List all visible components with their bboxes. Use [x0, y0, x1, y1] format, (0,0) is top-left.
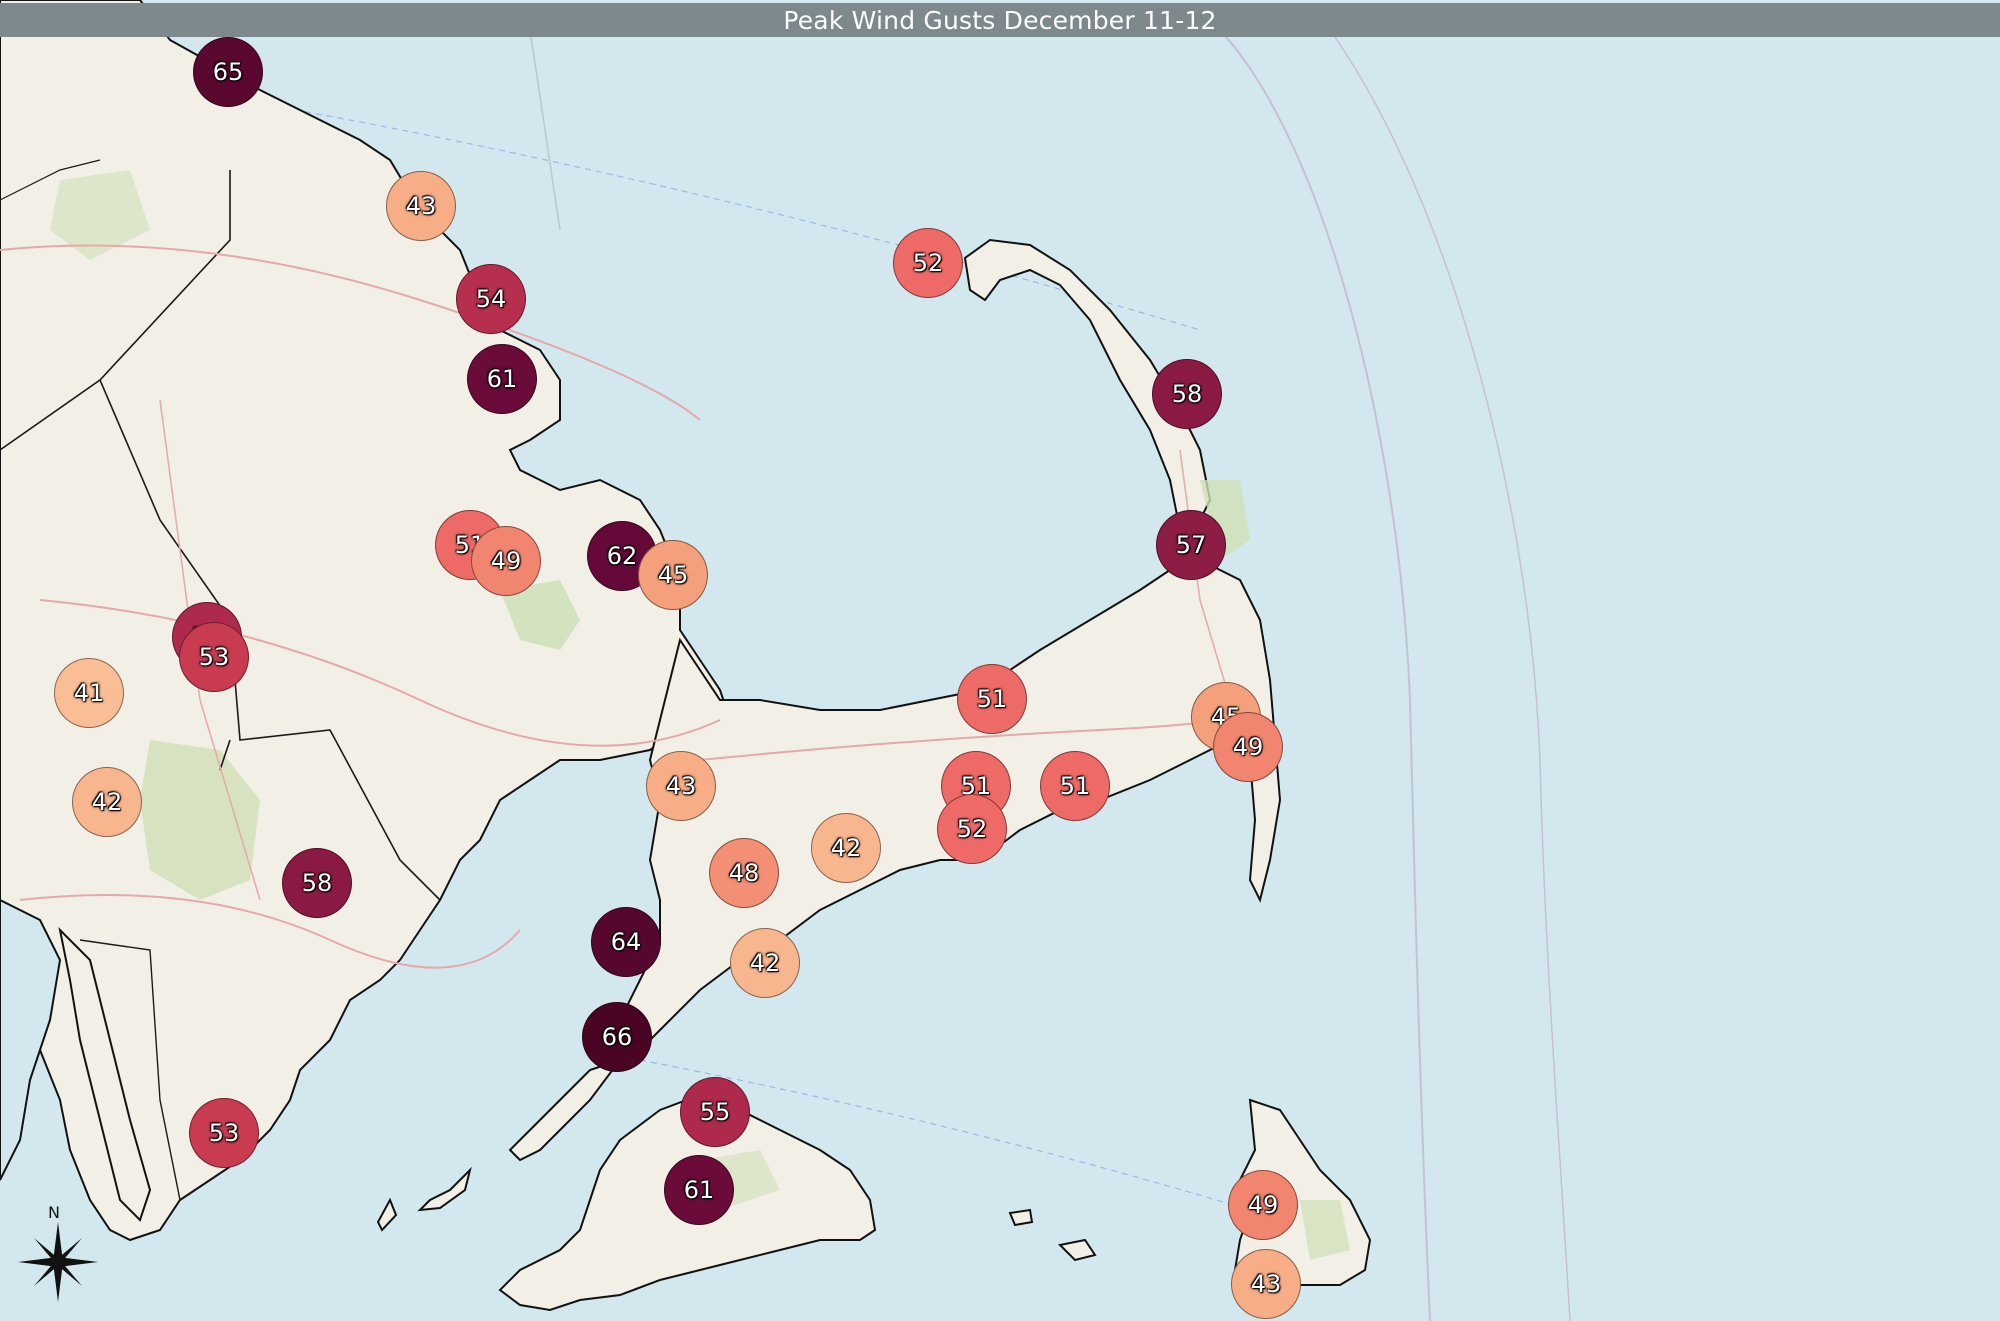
gust-marker[interactable]: 55	[680, 1077, 750, 1147]
gust-value: 58	[301, 869, 333, 897]
gust-marker[interactable]: 61	[467, 344, 537, 414]
gust-marker[interactable]: 42	[72, 767, 142, 837]
gust-value: 65	[212, 58, 244, 86]
gust-value: 49	[1247, 1191, 1279, 1219]
gust-marker[interactable]: 43	[1231, 1249, 1301, 1319]
gust-marker[interactable]: 42	[811, 813, 881, 883]
map-title: Peak Wind Gusts December 11-12	[783, 5, 1217, 35]
gust-value: 64	[610, 928, 642, 956]
gust-marker[interactable]: 53	[179, 622, 249, 692]
gust-value: 51	[1059, 772, 1091, 800]
gust-value: 49	[1232, 733, 1264, 761]
gust-value: 42	[749, 949, 781, 977]
north-arrow-icon: N	[18, 1203, 98, 1302]
gust-marker[interactable]: 43	[386, 171, 456, 241]
gust-value: 52	[956, 815, 988, 843]
gust-value: 41	[73, 679, 105, 707]
gust-value: 43	[665, 772, 697, 800]
gust-marker[interactable]: 51	[957, 664, 1027, 734]
gust-marker[interactable]: 48	[709, 838, 779, 908]
gust-value: 62	[606, 542, 638, 570]
gust-value: 52	[912, 249, 944, 277]
gust-marker[interactable]: 45	[638, 540, 708, 610]
gust-marker[interactable]: 49	[1228, 1170, 1298, 1240]
gust-marker[interactable]: 49	[471, 526, 541, 596]
gust-marker[interactable]: 54	[456, 264, 526, 334]
gust-marker[interactable]: 41	[54, 658, 124, 728]
gust-marker[interactable]: 65	[193, 37, 263, 107]
gust-value: 57	[1175, 531, 1207, 559]
gust-value: 53	[198, 643, 230, 671]
gust-value: 42	[830, 834, 862, 862]
basemap	[0, 0, 2000, 1321]
gust-value: 53	[208, 1119, 240, 1147]
gust-value: 58	[1171, 380, 1203, 408]
map-canvas[interactable]: Peak Wind Gusts December 11-12 65 43 54 61 5…	[0, 0, 2000, 1321]
gust-marker[interactable]: 52	[937, 794, 1007, 864]
gust-marker[interactable]: 61	[664, 1155, 734, 1225]
gust-value: 42	[91, 788, 123, 816]
map-title-bar: Peak Wind Gusts December 11-12	[0, 3, 2000, 37]
gust-marker[interactable]: 51	[1040, 751, 1110, 821]
gust-value: 45	[657, 561, 689, 589]
gust-marker[interactable]: 57	[1156, 510, 1226, 580]
gust-marker[interactable]: 53	[189, 1098, 259, 1168]
gust-value: 49	[490, 547, 522, 575]
gust-value: 43	[405, 192, 437, 220]
gust-marker[interactable]: 43	[646, 751, 716, 821]
gust-value: 43	[1250, 1270, 1282, 1298]
gust-marker[interactable]: 52	[893, 228, 963, 298]
gust-value: 61	[486, 365, 518, 393]
gust-value: 51	[976, 685, 1008, 713]
gust-marker[interactable]: 66	[582, 1002, 652, 1072]
gust-value: 55	[699, 1098, 731, 1126]
gust-value: 61	[683, 1176, 715, 1204]
gust-marker[interactable]: 58	[282, 848, 352, 918]
gust-marker[interactable]: 49	[1213, 712, 1283, 782]
gust-value: 48	[728, 859, 760, 887]
gust-value: 54	[475, 285, 507, 313]
compass-label: N	[48, 1203, 60, 1222]
gust-marker[interactable]: 42	[730, 928, 800, 998]
gust-value: 66	[601, 1023, 633, 1051]
gust-marker[interactable]: 58	[1152, 359, 1222, 429]
gust-marker[interactable]: 64	[591, 907, 661, 977]
